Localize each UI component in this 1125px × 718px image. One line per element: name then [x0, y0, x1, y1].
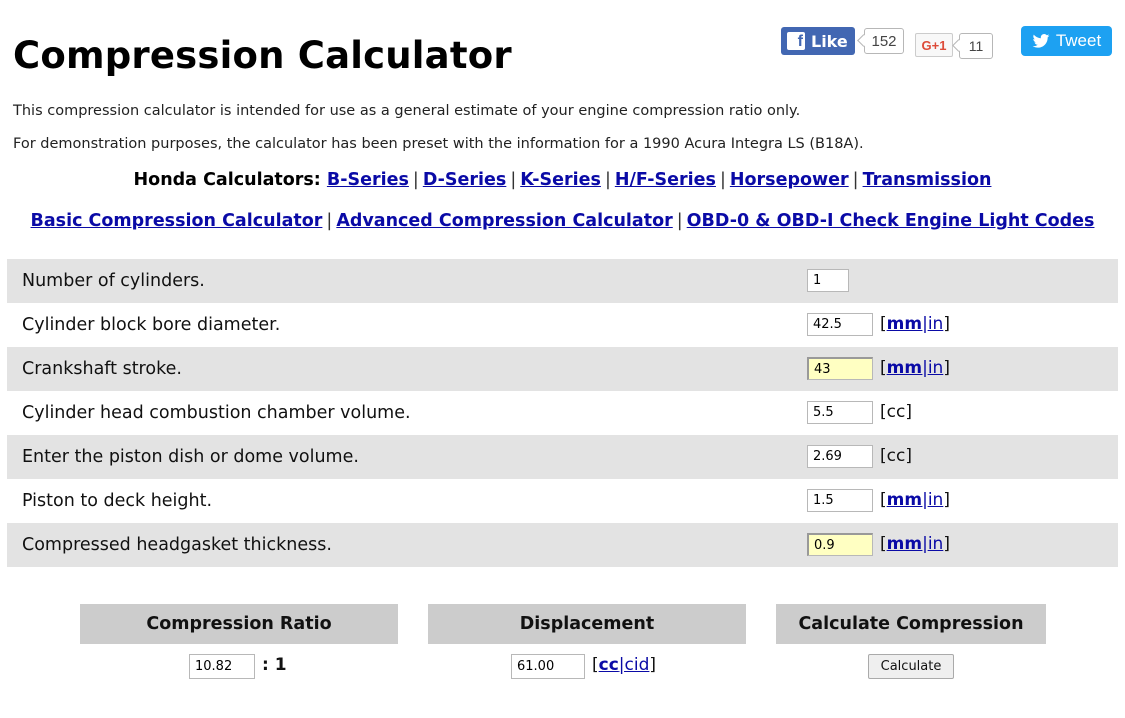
bore-unit-toggle: [mm|in] — [880, 314, 950, 334]
displacement-unit-cc[interactable]: cc — [599, 655, 619, 675]
displacement-unit-cid[interactable]: |cid — [619, 655, 650, 675]
facebook-icon: f — [787, 32, 805, 50]
nav-separator: | — [719, 170, 726, 190]
compression-input-table: Number of cylinders. Cylinder block bore… — [7, 259, 1118, 567]
stroke-unit-toggle: [mm|in] — [880, 358, 950, 378]
page-title: Compression Calculator — [13, 34, 512, 77]
google-plus-button[interactable]: G+1 — [915, 33, 953, 57]
headgasket-input[interactable] — [807, 533, 873, 556]
row-bore: Cylinder block bore diameter. [mm|in] — [7, 303, 1118, 347]
piston-volume-input[interactable] — [807, 445, 873, 468]
headgasket-unit-in[interactable]: |in — [922, 534, 943, 554]
row-label: Enter the piston dish or dome volume. — [22, 447, 359, 467]
displacement-output[interactable] — [511, 654, 585, 679]
row-headgasket: Compressed headgasket thickness. [mm|in] — [7, 523, 1118, 567]
row-piston-volume: Enter the piston dish or dome volume. [c… — [7, 435, 1118, 479]
row-label: Piston to deck height. — [22, 491, 213, 511]
intro-text-1: This compression calculator is intended … — [13, 103, 801, 119]
facebook-like-button[interactable]: f Like — [781, 27, 855, 55]
bore-input[interactable] — [807, 313, 873, 336]
nav-separator: | — [326, 211, 333, 231]
row-stroke: Crankshaft stroke. [mm|in] — [7, 347, 1118, 391]
link-advanced-compression-calculator[interactable]: Advanced Compression Calculator — [336, 211, 672, 231]
stroke-unit-in[interactable]: |in — [922, 358, 943, 378]
link-obd-check-engine-codes[interactable]: OBD-0 & OBD-I Check Engine Light Codes — [687, 211, 1095, 231]
deck-height-unit-mm[interactable]: mm — [887, 490, 922, 510]
displacement-unit-toggle: [cc|cid] — [592, 655, 657, 675]
honda-calculators-label: Honda Calculators: — [133, 170, 321, 190]
headgasket-unit-mm[interactable]: mm — [887, 534, 922, 554]
cylinders-input[interactable] — [807, 269, 849, 292]
calculate-button[interactable]: Calculate — [868, 654, 954, 679]
facebook-like-count: 152 — [864, 28, 904, 54]
google-plus-count: 11 — [959, 33, 993, 59]
row-label: Number of cylinders. — [22, 271, 205, 291]
compression-ratio-suffix: : 1 — [262, 655, 287, 675]
piston-volume-unit: [cc] — [880, 446, 912, 466]
row-cylinders: Number of cylinders. — [7, 259, 1118, 303]
stroke-input[interactable] — [807, 357, 873, 380]
row-label: Compressed headgasket thickness. — [22, 535, 332, 555]
chamber-volume-input[interactable] — [807, 401, 873, 424]
nav-separator: | — [604, 170, 611, 190]
deck-height-unit-in[interactable]: |in — [922, 490, 943, 510]
displacement-header: Displacement — [428, 604, 746, 644]
compression-ratio-output[interactable] — [189, 654, 255, 679]
nav-separator: | — [510, 170, 517, 190]
calculate-compression-header: Calculate Compression — [776, 604, 1046, 644]
row-chamber-volume: Cylinder head combustion chamber volume.… — [7, 391, 1118, 435]
link-hf-series[interactable]: H/F-Series — [615, 170, 716, 190]
bore-unit-mm[interactable]: mm — [887, 314, 922, 334]
honda-calculators-nav: Honda Calculators: B-Series | D-Series | K-S… — [0, 170, 1125, 190]
nav-separator: | — [412, 170, 419, 190]
row-label: Cylinder block bore diameter. — [22, 315, 281, 335]
tweet-button[interactable]: Tweet — [1021, 26, 1112, 56]
deck-height-input[interactable] — [807, 489, 873, 512]
link-k-series[interactable]: K-Series — [520, 170, 601, 190]
intro-text-2: For demonstration purposes, the calculat… — [13, 136, 864, 152]
bore-unit-in[interactable]: |in — [922, 314, 943, 334]
nav-separator: | — [852, 170, 859, 190]
headgasket-unit-toggle: [mm|in] — [880, 534, 950, 554]
twitter-bird-icon — [1032, 34, 1050, 48]
nav-separator: | — [676, 211, 683, 231]
deck-height-unit-toggle: [mm|in] — [880, 490, 950, 510]
chamber-volume-unit: [cc] — [880, 402, 912, 422]
link-d-series[interactable]: D-Series — [423, 170, 507, 190]
tweet-label: Tweet — [1055, 31, 1102, 50]
link-transmission[interactable]: Transmission — [863, 170, 992, 190]
row-deck-height: Piston to deck height. [mm|in] — [7, 479, 1118, 523]
row-label: Crankshaft stroke. — [22, 359, 182, 379]
link-basic-compression-calculator[interactable]: Basic Compression Calculator — [31, 211, 323, 231]
facebook-like-label: Like — [811, 31, 848, 51]
row-label: Cylinder head combustion chamber volume. — [22, 403, 411, 423]
link-horsepower[interactable]: Horsepower — [730, 170, 849, 190]
stroke-unit-mm[interactable]: mm — [887, 358, 922, 378]
compression-ratio-header: Compression Ratio — [80, 604, 398, 644]
calculator-nav: Basic Compression Calculator | Advanced Co… — [30, 210, 1095, 232]
link-b-series[interactable]: B-Series — [327, 170, 409, 190]
